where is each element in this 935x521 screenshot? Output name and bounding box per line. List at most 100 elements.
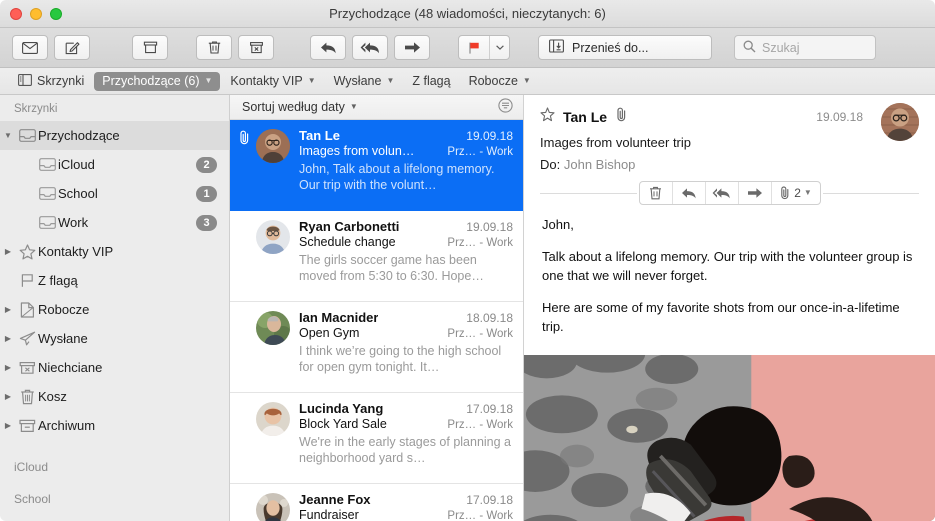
archive-button[interactable] xyxy=(132,35,168,60)
account-icloud[interactable]: iCloud xyxy=(0,451,229,483)
favorite-drafts[interactable]: Robocze ▼ xyxy=(461,72,539,91)
filter-button[interactable] xyxy=(498,98,513,116)
message-subject: Fundraiser xyxy=(299,508,359,521)
sidebar-item-label: Archiwum xyxy=(38,418,217,433)
sidebar-item-school-inbox[interactable]: School 1 xyxy=(0,179,229,208)
trash-icon xyxy=(16,389,38,405)
rule-left xyxy=(540,193,637,194)
message-date: 19.09.18 xyxy=(466,220,513,234)
sidebar-item-icloud-inbox[interactable]: iCloud 2 xyxy=(0,150,229,179)
reply-all-button[interactable] xyxy=(352,35,388,60)
star-icon[interactable] xyxy=(540,107,555,127)
favorite-label: Robocze xyxy=(469,74,518,88)
chevron-down-icon: ▼ xyxy=(804,189,812,197)
message-date: 19.09.18 xyxy=(466,129,513,143)
search-field[interactable]: Szukaj xyxy=(734,35,876,60)
account-school[interactable]: School xyxy=(0,483,229,515)
message-row[interactable]: Lucinda Yang 17.09.18 Block Yard Sale Pr… xyxy=(230,393,523,484)
move-to-icon xyxy=(549,39,564,56)
sidebar-item-drafts[interactable]: ▶ Robocze xyxy=(0,295,229,324)
compose-button[interactable] xyxy=(54,35,90,60)
attachment-clip-icon[interactable] xyxy=(615,107,628,127)
sidebar-item-junk[interactable]: ▶ Niechciane xyxy=(0,353,229,382)
message-preview: The girls soccer game has been moved fro… xyxy=(299,252,513,284)
attachment-count: 2 xyxy=(794,186,801,200)
search-input[interactable]: Szukaj xyxy=(762,41,800,55)
disclosure-closed-icon[interactable]: ▶ xyxy=(0,392,16,401)
mailboxes-toggle[interactable]: Skrzynki xyxy=(10,72,92,91)
message-sender: Lucinda Yang xyxy=(299,401,383,416)
favorite-inbox[interactable]: Przychodzące (6) ▼ xyxy=(94,72,220,91)
message-row[interactable]: Jeanne Fox 17.09.18 Fundraiser Prz… - Wo… xyxy=(230,484,523,521)
sidebar-header: Skrzynki xyxy=(0,95,229,121)
message-actions-bar: 2 ▼ xyxy=(540,181,919,205)
attachment-photo-1[interactable] xyxy=(524,355,935,521)
reply-button[interactable] xyxy=(310,35,346,60)
delete-button[interactable] xyxy=(196,35,232,60)
flag-icon xyxy=(16,273,38,288)
message-date: 17.09.18 xyxy=(466,493,513,507)
reader-reply-all-button[interactable] xyxy=(706,182,739,204)
get-mail-button[interactable] xyxy=(12,35,48,60)
sidebar-item-trash[interactable]: ▶ Kosz xyxy=(0,382,229,411)
sidebar-item-label: Wysłane xyxy=(38,331,217,346)
reading-pane: Tan Le 19.09.18 Images from volunteer tr… xyxy=(524,95,935,521)
close-button[interactable] xyxy=(10,8,22,20)
reply-all-arrow-icon xyxy=(360,41,380,55)
sidebar-item-sent[interactable]: ▶ Wysłane xyxy=(0,324,229,353)
move-to-label: Przenieś do... xyxy=(572,41,648,55)
reader-to-label: Do: xyxy=(540,157,560,172)
move-to-button[interactable]: Przenieś do... xyxy=(538,35,712,60)
message-row[interactable]: Ian Macnider 18.09.18 Open Gym Prz… - Wo… xyxy=(230,302,523,393)
sidebar-item-flagged[interactable]: Z flagą xyxy=(0,266,229,295)
message-mailbox: Prz… - Work xyxy=(447,146,513,158)
disclosure-open-icon[interactable]: ▼ xyxy=(0,131,16,140)
message-sender: Ryan Carbonetti xyxy=(299,219,399,234)
message-date: 17.09.18 xyxy=(466,402,513,416)
message-date: 18.09.18 xyxy=(466,311,513,325)
avatar xyxy=(254,310,292,383)
reader-reply-button[interactable] xyxy=(673,182,706,204)
junk-icon xyxy=(16,361,38,375)
favorite-vip[interactable]: Kontakty VIP ▼ xyxy=(222,72,323,91)
reader-delete-button[interactable] xyxy=(640,182,673,204)
chevron-down-icon: ▼ xyxy=(386,77,394,85)
archive-box-icon xyxy=(143,40,158,55)
flag-button[interactable] xyxy=(458,35,510,60)
favorite-flagged[interactable]: Z flagą xyxy=(404,72,458,91)
sidebar-item-archive[interactable]: ▶ Archiwum xyxy=(0,411,229,440)
reader-forward-button[interactable] xyxy=(739,182,772,204)
message-header: Tan Le 19.09.18 Images from volunteer tr… xyxy=(524,95,935,205)
sidebar-item-vip[interactable]: ▶ Kontakty VIP xyxy=(0,237,229,266)
trash-icon xyxy=(207,40,222,55)
disclosure-closed-icon[interactable]: ▶ xyxy=(0,334,16,343)
message-row[interactable]: Ryan Carbonetti 19.09.18 Schedule change… xyxy=(230,211,523,302)
favorite-sent[interactable]: Wysłane ▼ xyxy=(326,72,403,91)
message-subject: Schedule change xyxy=(299,235,396,249)
avatar xyxy=(254,492,292,521)
chevron-down-icon: ▼ xyxy=(350,103,358,111)
minimize-button[interactable] xyxy=(30,8,42,20)
flag-dropdown-arrow[interactable] xyxy=(489,36,509,59)
junk-button[interactable] xyxy=(238,35,274,60)
zoom-button[interactable] xyxy=(50,8,62,20)
body-paragraph: Here are some of my favorite shots from … xyxy=(542,298,917,336)
sent-icon xyxy=(16,331,38,346)
forward-button[interactable] xyxy=(394,35,430,60)
mailboxes-label: Skrzynki xyxy=(37,74,84,88)
message-row[interactable]: Tan Le 19.09.18 Images from volun… Prz… … xyxy=(230,120,523,211)
sidebar-item-inbox[interactable]: ▼ Przychodzące xyxy=(0,121,229,150)
flag-icon xyxy=(459,41,489,55)
disclosure-closed-icon[interactable]: ▶ xyxy=(0,363,16,372)
archive-icon xyxy=(16,419,38,433)
favorite-label: Wysłane xyxy=(334,74,382,88)
disclosure-closed-icon[interactable]: ▶ xyxy=(0,421,16,430)
sidebar-toggle-icon xyxy=(18,74,32,89)
sidebar-item-work-inbox[interactable]: Work 3 xyxy=(0,208,229,237)
disclosure-closed-icon[interactable]: ▶ xyxy=(0,247,16,256)
sidebar-item-label: Robocze xyxy=(38,302,217,317)
message-content: Jeanne Fox 17.09.18 Fundraiser Prz… - Wo… xyxy=(292,492,513,521)
reader-attachments-button[interactable]: 2 ▼ xyxy=(772,182,820,204)
sort-dropdown[interactable]: Sortuj według daty ▼ xyxy=(242,100,358,114)
disclosure-closed-icon[interactable]: ▶ xyxy=(0,305,16,314)
